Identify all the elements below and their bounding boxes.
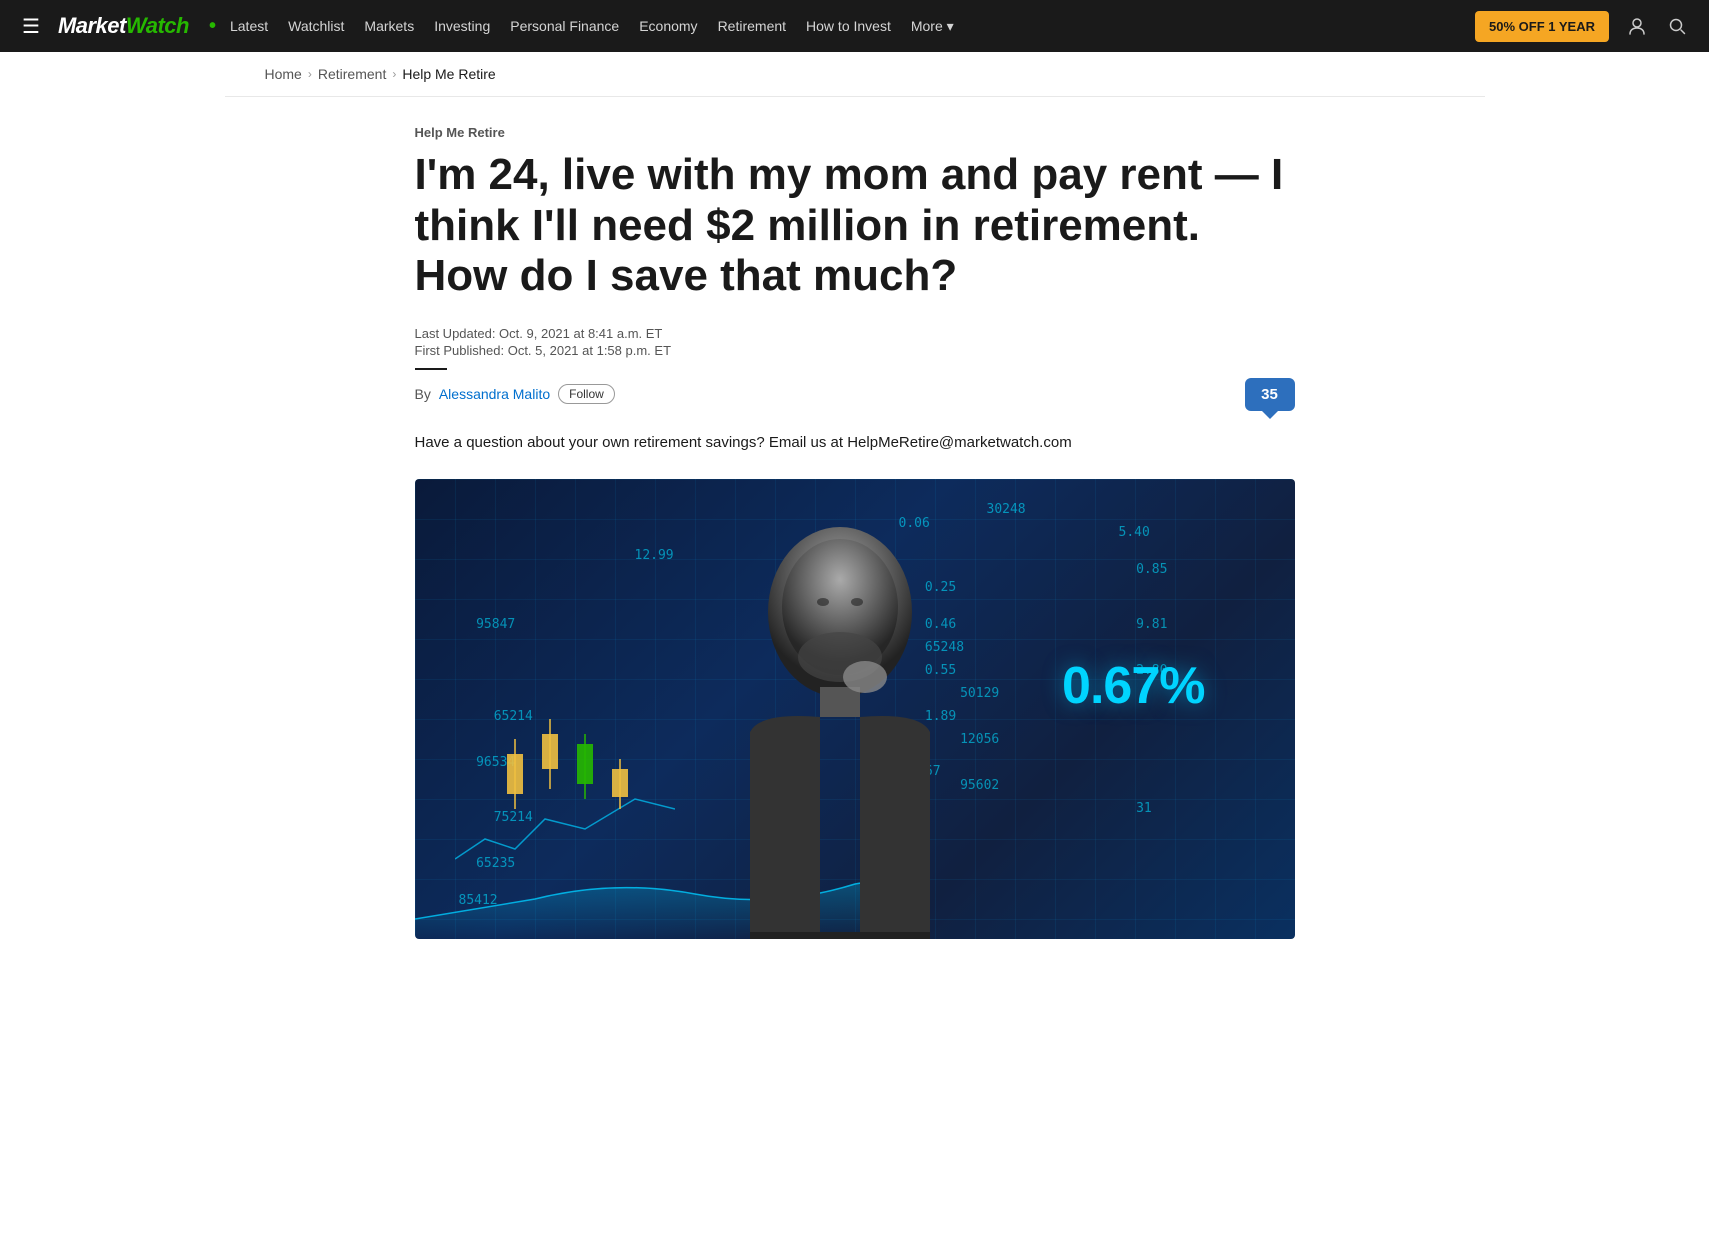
by-prefix: By xyxy=(415,386,431,402)
cta-button[interactable]: 50% OFF 1 YEAR xyxy=(1475,11,1609,42)
article-byline: By Alessandra Malito Follow 35 xyxy=(415,378,1295,411)
article-title: I'm 24, live with my mom and pay rent — … xyxy=(415,150,1295,302)
nav-link-personal-finance[interactable]: Personal Finance xyxy=(500,12,629,40)
nav-link-how-to-invest[interactable]: How to Invest xyxy=(796,12,901,40)
nav-link-more[interactable]: More ▾ xyxy=(901,12,964,41)
breadcrumb: Home › Retirement › Help Me Retire xyxy=(265,66,1445,82)
breadcrumb-wrap: Home › Retirement › Help Me Retire xyxy=(225,52,1485,97)
logo-market-text: Market xyxy=(58,13,126,39)
breadcrumb-home[interactable]: Home xyxy=(265,66,302,82)
user-icon xyxy=(1627,16,1647,36)
nav-item-watchlist[interactable]: Watchlist xyxy=(278,12,354,40)
nav-item-retirement[interactable]: Retirement xyxy=(708,12,796,40)
nav-link-retirement[interactable]: Retirement xyxy=(708,12,796,40)
navbar: ☰ MarketWatch • Latest Watchlist Markets… xyxy=(0,0,1709,52)
search-icon-button[interactable] xyxy=(1661,12,1693,40)
nav-link-watchlist[interactable]: Watchlist xyxy=(278,12,354,40)
nav-item-more[interactable]: More ▾ xyxy=(901,12,964,41)
logo-watch-text: Watch xyxy=(126,13,189,39)
comment-count: 35 xyxy=(1245,378,1295,411)
first-published: First Published: Oct. 5, 2021 at 1:58 p.… xyxy=(415,343,1295,358)
hamburger-icon: ☰ xyxy=(22,16,40,38)
nav-link-economy[interactable]: Economy xyxy=(629,12,707,40)
nav-item-personal-finance[interactable]: Personal Finance xyxy=(500,12,629,40)
last-updated: Last Updated: Oct. 9, 2021 at 8:41 a.m. … xyxy=(415,326,1295,341)
search-icon xyxy=(1667,16,1687,36)
article-section-label: Help Me Retire xyxy=(415,125,1295,140)
byline-left: By Alessandra Malito Follow xyxy=(415,384,615,404)
author-link[interactable]: Alessandra Malito xyxy=(439,386,550,402)
nav-dot: • xyxy=(209,15,216,37)
person-silhouette xyxy=(690,502,990,939)
nav-item-markets[interactable]: Markets xyxy=(354,12,424,40)
big-percentage: 0.67% xyxy=(1062,656,1204,716)
main-content: Help Me Retire I'm 24, live with my mom … xyxy=(375,125,1335,1023)
nav-link-markets[interactable]: Markets xyxy=(354,12,424,40)
logo[interactable]: MarketWatch xyxy=(58,13,189,39)
breadcrumb-sep-2: › xyxy=(392,67,396,81)
nav-item-investing[interactable]: Investing xyxy=(424,12,500,40)
hamburger-button[interactable]: ☰ xyxy=(16,8,46,45)
nav-item-how-to-invest[interactable]: How to Invest xyxy=(796,12,901,40)
comment-bubble[interactable]: 35 xyxy=(1245,378,1295,411)
nav-icons xyxy=(1621,12,1693,40)
article-meta: Last Updated: Oct. 9, 2021 at 8:41 a.m. … xyxy=(415,326,1295,358)
nav-links: • Latest Watchlist Markets Investing Per… xyxy=(209,12,1475,41)
nav-item-latest[interactable]: Latest xyxy=(220,12,278,40)
nav-item-economy[interactable]: Economy xyxy=(629,12,707,40)
nav-link-latest[interactable]: Latest xyxy=(220,12,278,40)
nav-link-investing[interactable]: Investing xyxy=(424,12,500,40)
article-divider xyxy=(415,368,447,370)
chevron-down-icon: ▾ xyxy=(947,18,954,34)
breadcrumb-sep-1: › xyxy=(308,67,312,81)
article-intro: Have a question about your own retiremen… xyxy=(415,431,1295,455)
article-image: 0.06 12.99 0.25 30248 5.40 0.46 65248 0.… xyxy=(415,479,1295,939)
user-icon-button[interactable] xyxy=(1621,12,1653,40)
follow-button[interactable]: Follow xyxy=(558,384,615,404)
breadcrumb-current: Help Me Retire xyxy=(402,66,495,82)
article-image-wrap: 0.06 12.99 0.25 30248 5.40 0.46 65248 0.… xyxy=(415,479,1295,939)
breadcrumb-section[interactable]: Retirement xyxy=(318,66,386,82)
